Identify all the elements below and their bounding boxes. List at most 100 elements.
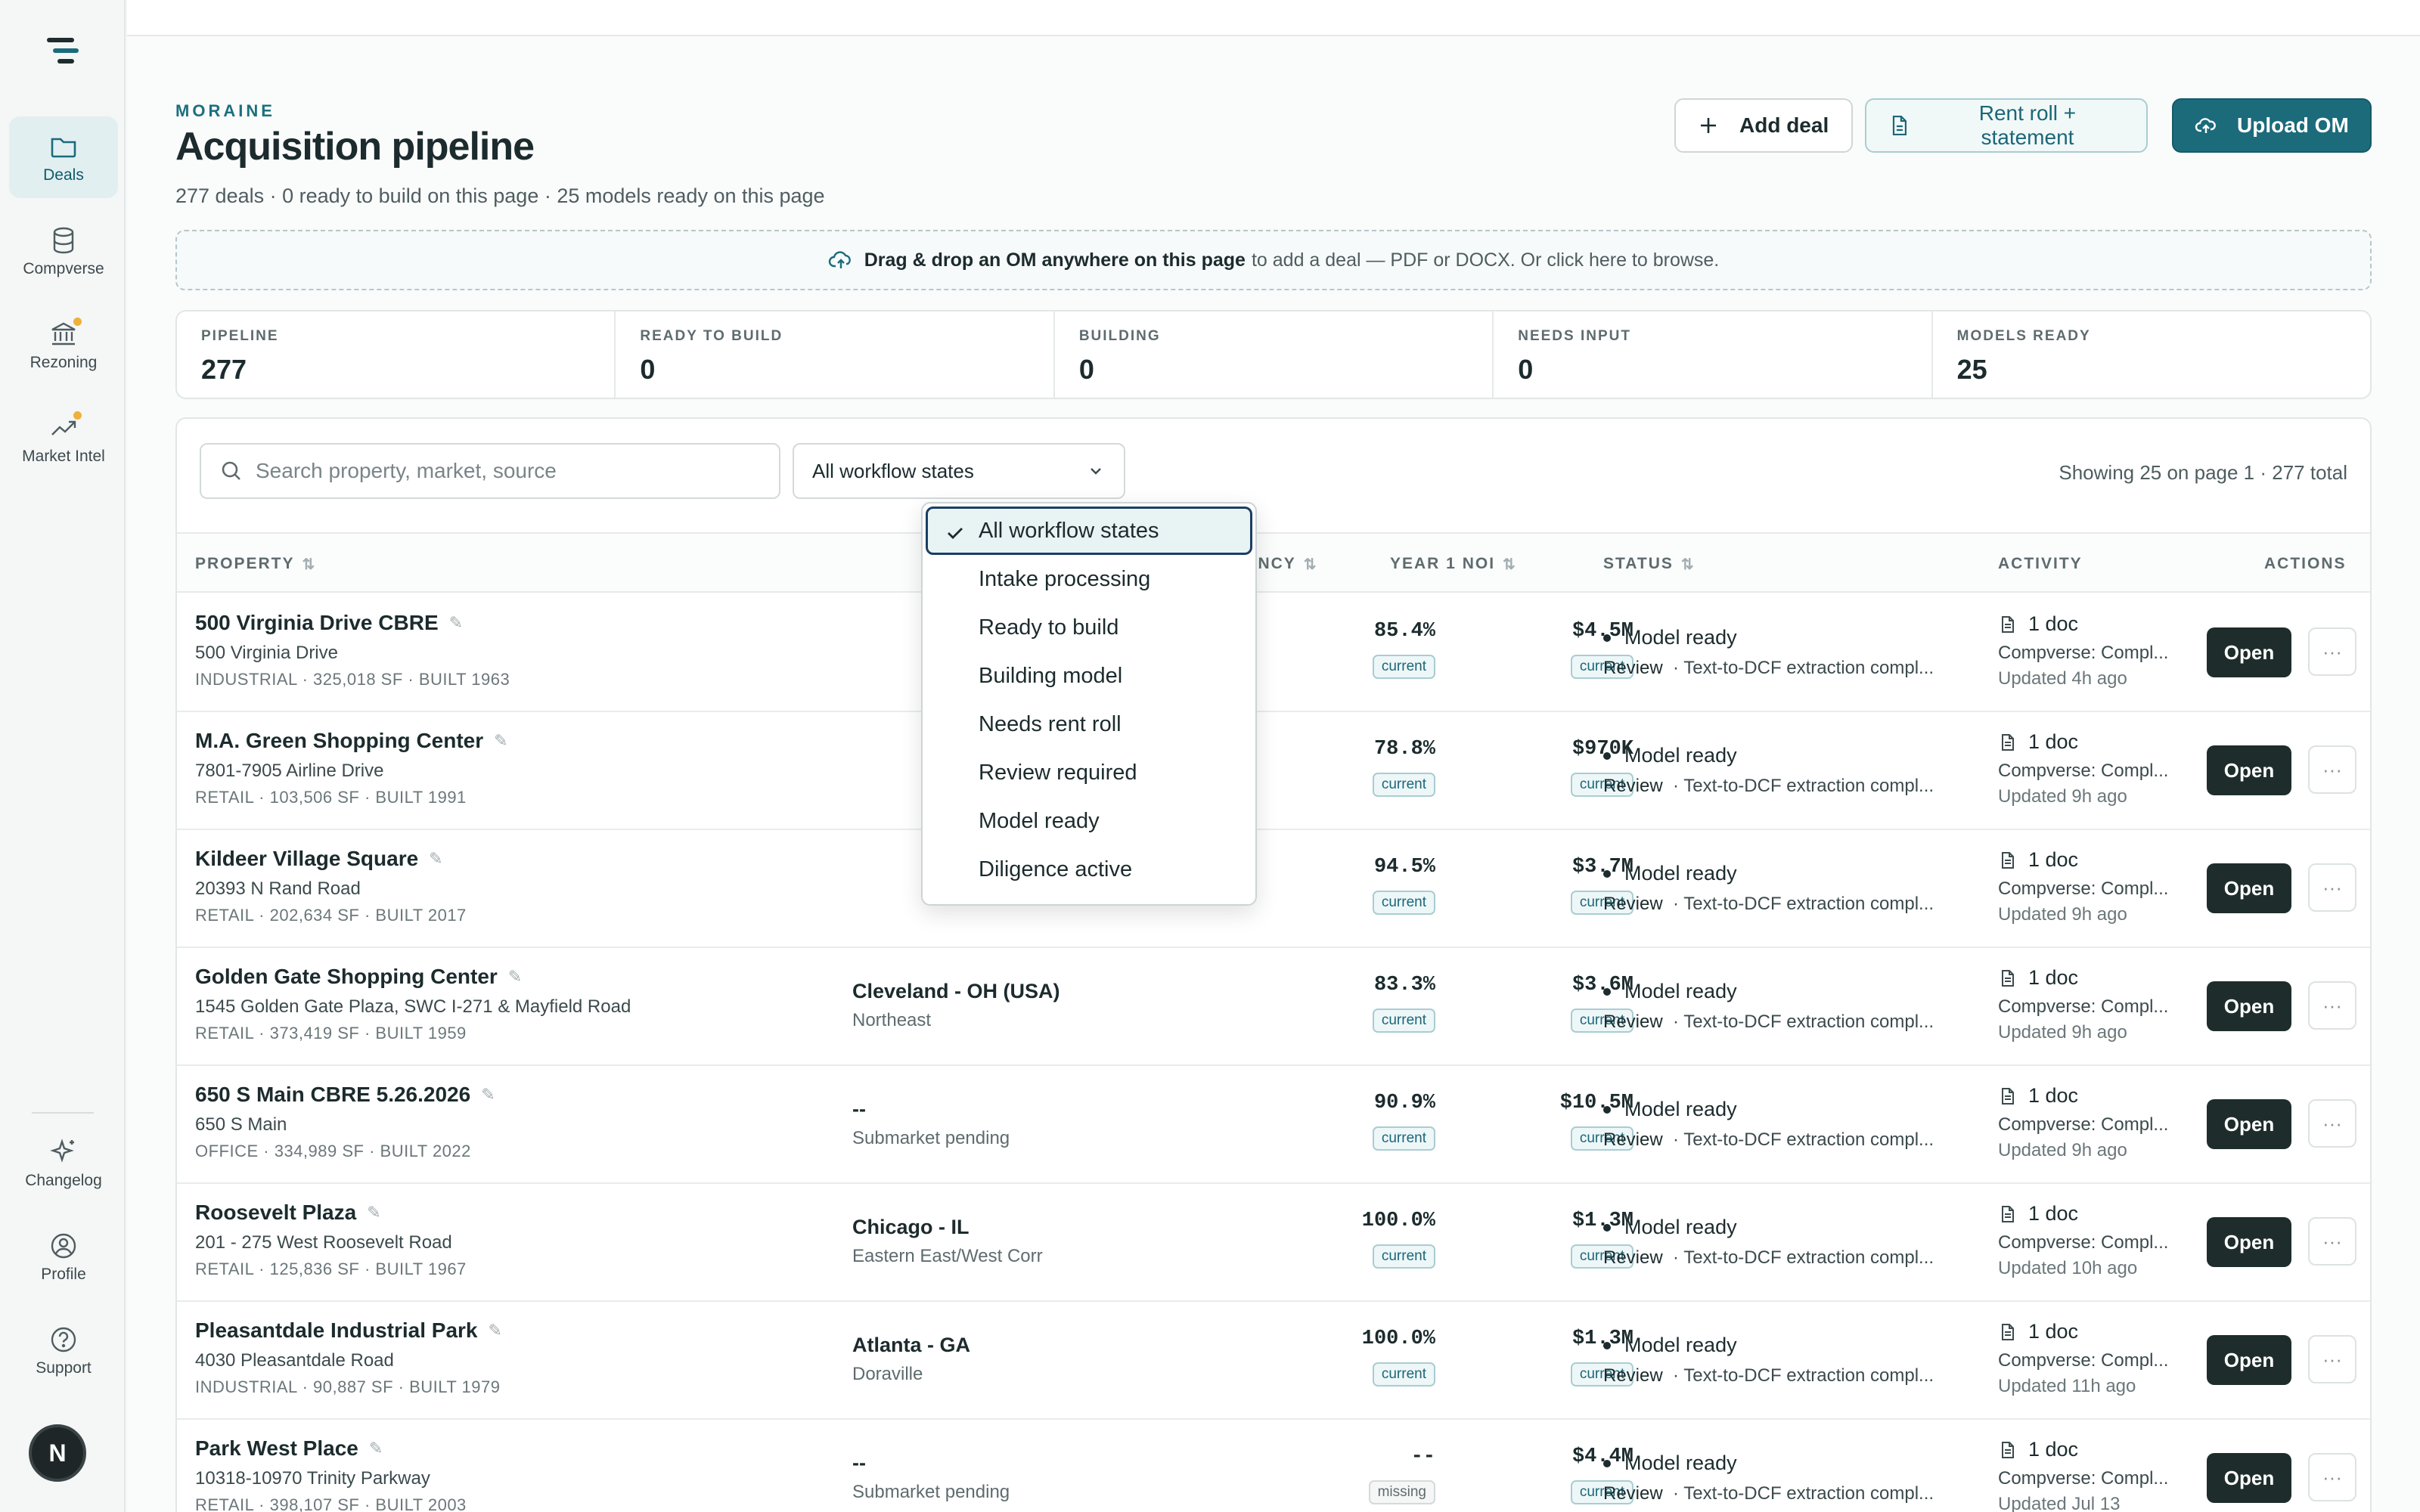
add-deal-button[interactable]: Add deal [1674, 98, 1853, 153]
docs-count[interactable]: 1 doc [1998, 848, 2078, 872]
property-name[interactable]: Roosevelt Plaza [195, 1201, 356, 1225]
sidebar-item-profile[interactable]: Profile [9, 1216, 118, 1297]
workflow-option-label: Building model [979, 663, 1123, 688]
open-deal-button[interactable]: Open [2207, 981, 2291, 1031]
table-row[interactable]: Pleasantdale Industrial Park ✎ 4030 Pleasa… [177, 1302, 2370, 1420]
property-name-cell[interactable]: Park West Place ✎ [195, 1436, 383, 1461]
workflow-option[interactable]: All workflow states [926, 507, 1252, 555]
stat-models-ready: MODELS READY 25 [1933, 311, 2370, 398]
workflow-option[interactable]: Diligence active [926, 845, 1252, 894]
table-row[interactable]: Park West Place ✎ 10318-10970 Trinity Park… [177, 1420, 2370, 1512]
sidebar-item-rezoning[interactable]: Rezoning [9, 304, 118, 386]
open-deal-button[interactable]: Open [2207, 863, 2291, 913]
search-input[interactable] [256, 459, 770, 483]
workflow-option[interactable]: Model ready [926, 797, 1252, 845]
property-name[interactable]: Pleasantdale Industrial Park [195, 1318, 478, 1343]
docs-count[interactable]: 1 doc [1998, 1202, 2078, 1225]
property-name[interactable]: Park West Place [195, 1436, 358, 1461]
docs-count[interactable]: 1 doc [1998, 1084, 2078, 1108]
status-detail: Review · Text-to-DCF extraction compl... [1603, 1247, 1934, 1269]
open-deal-button[interactable]: Open [2207, 1099, 2291, 1149]
table-row[interactable]: Golden Gate Shopping Center ✎ 1545 Golden … [177, 948, 2370, 1066]
docs-count[interactable]: 1 doc [1998, 1438, 2078, 1461]
docs-count[interactable]: 1 doc [1998, 1320, 2078, 1343]
activity-text: Compverse: Compl... [1998, 1468, 2169, 1489]
sidebar-item-deals[interactable]: Deals [9, 116, 118, 198]
more-options-button[interactable]: ··· [2308, 1453, 2356, 1501]
rent-roll-button[interactable]: Rent roll + statement [1865, 98, 2148, 153]
stat-value: 25 [1956, 354, 1987, 385]
more-options-button[interactable]: ··· [2308, 863, 2356, 912]
property-name[interactable]: Golden Gate Shopping Center [195, 965, 498, 989]
table-row[interactable]: Roosevelt Plaza ✎ 201 - 275 West Roosevelt… [177, 1184, 2370, 1302]
edit-name-icon[interactable]: ✎ [481, 1085, 495, 1105]
edit-name-icon[interactable]: ✎ [508, 967, 522, 987]
workflow-option[interactable]: Intake processing [926, 555, 1252, 603]
open-deal-button[interactable]: Open [2207, 627, 2291, 677]
occupancy-value: -- [1410, 1445, 1435, 1468]
market: Atlanta - GA [852, 1334, 971, 1356]
avatar[interactable]: N [29, 1424, 86, 1482]
workflow-option[interactable]: Building model [926, 652, 1252, 700]
property-address: 20393 N Rand Road [195, 878, 361, 899]
property-name-cell[interactable]: Kildeer Village Square ✎ [195, 847, 443, 871]
occupancy-value: 78.8% [1373, 738, 1435, 761]
open-deal-button[interactable]: Open [2207, 1217, 2291, 1267]
table-row[interactable]: 650 S Main CBRE 5.26.2026 ✎ 650 S Main OFFI… [177, 1066, 2370, 1184]
docs-count[interactable]: 1 doc [1998, 730, 2078, 754]
property-name-cell[interactable]: 650 S Main CBRE 5.26.2026 ✎ [195, 1083, 495, 1107]
column-noi[interactable]: YEAR 1 NOI ⇅ [1390, 534, 1516, 594]
property-name-cell[interactable]: Golden Gate Shopping Center ✎ [195, 965, 522, 989]
sidebar-item-changelog[interactable]: Changelog [9, 1122, 118, 1204]
property-meta: INDUSTRIAL · 90,887 SF · BUILT 1979 [195, 1377, 501, 1396]
open-deal-button[interactable]: Open [2207, 745, 2291, 795]
more-options-button[interactable]: ··· [2308, 1099, 2356, 1148]
more-options-button[interactable]: ··· [2308, 745, 2356, 794]
occupancy-tag: current [1372, 655, 1435, 679]
edit-name-icon[interactable]: ✎ [367, 1203, 380, 1222]
workflow-option[interactable]: Needs rent roll [926, 700, 1252, 748]
property-name-cell[interactable]: 500 Virginia Drive CBRE ✎ [195, 611, 463, 635]
edit-name-icon[interactable]: ✎ [494, 731, 507, 751]
sidebar-divider [32, 1112, 94, 1114]
more-options-button[interactable]: ··· [2308, 1217, 2356, 1266]
cloud-upload-icon [828, 251, 851, 268]
property-name[interactable]: M.A. Green Shopping Center [195, 729, 483, 753]
property-name[interactable]: Kildeer Village Square [195, 847, 418, 871]
edit-name-icon[interactable]: ✎ [369, 1439, 383, 1458]
column-status[interactable]: STATUS ⇅ [1603, 534, 1694, 594]
workflow-option[interactable]: Review required [926, 748, 1252, 797]
edit-name-icon[interactable]: ✎ [429, 849, 442, 869]
sidebar-item-market-intel[interactable]: Market Intel [9, 398, 118, 479]
column-property[interactable]: PROPERTY ⇅ [195, 534, 315, 594]
stat-needs-input: NEEDS INPUT 0 [1494, 311, 1933, 398]
status-text: Model ready [1624, 744, 1737, 767]
table-row[interactable]: M.A. Green Shopping Center ✎ 7801-7905 Air… [177, 712, 2370, 830]
table-row[interactable]: Kildeer Village Square ✎ 20393 N Rand Road… [177, 830, 2370, 948]
open-deal-button[interactable]: Open [2207, 1335, 2291, 1385]
om-drop-zone[interactable]: Drag & drop an OM anywhere on this page … [175, 230, 2372, 290]
table-row[interactable]: 500 Virginia Drive CBRE ✎ 500 Virginia Dri… [177, 594, 2370, 712]
property-name[interactable]: 500 Virginia Drive CBRE [195, 611, 439, 635]
occupancy-value: 85.4% [1373, 620, 1435, 643]
edit-name-icon[interactable]: ✎ [449, 613, 463, 633]
search-box[interactable] [200, 443, 780, 499]
docs-count[interactable]: 1 doc [1998, 966, 2078, 990]
property-name-cell[interactable]: M.A. Green Shopping Center ✎ [195, 729, 508, 753]
property-meta: RETAIL · 103,506 SF · BUILT 1991 [195, 788, 467, 807]
more-options-button[interactable]: ··· [2308, 1335, 2356, 1383]
docs-count[interactable]: 1 doc [1998, 612, 2078, 636]
sidebar-item-support[interactable]: Support [9, 1309, 118, 1391]
property-name[interactable]: 650 S Main CBRE 5.26.2026 [195, 1083, 470, 1107]
property-name-cell[interactable]: Pleasantdale Industrial Park ✎ [195, 1318, 502, 1343]
sidebar-item-compverse[interactable]: Compverse [9, 210, 118, 292]
edit-name-icon[interactable]: ✎ [489, 1321, 502, 1340]
more-options-button[interactable]: ··· [2308, 627, 2356, 676]
open-deal-button[interactable]: Open [2207, 1453, 2291, 1503]
more-options-button[interactable]: ··· [2308, 981, 2356, 1030]
workflow-state-select[interactable]: All workflow states [793, 443, 1125, 499]
workflow-option[interactable]: Ready to build [926, 603, 1252, 652]
app-logo-icon[interactable] [42, 35, 83, 70]
upload-om-button[interactable]: Upload OM [2172, 98, 2372, 153]
property-name-cell[interactable]: Roosevelt Plaza ✎ [195, 1201, 381, 1225]
